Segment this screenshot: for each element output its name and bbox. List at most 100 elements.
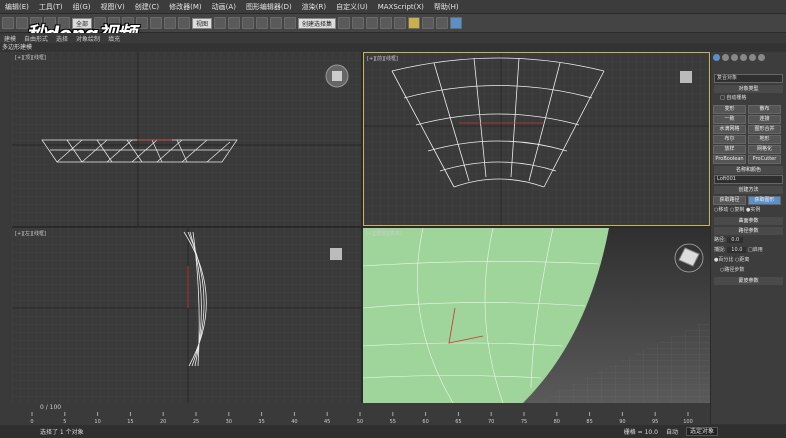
window-crossing-icon[interactable] xyxy=(136,17,149,29)
object-type-button[interactable]: 水滴网格 xyxy=(713,125,746,134)
undo-icon[interactable] xyxy=(2,17,14,29)
viewport-label-top[interactable]: [+][顶][线框] xyxy=(15,54,46,61)
pivot-icon[interactable] xyxy=(214,17,227,29)
menu-item[interactable]: 渲染(R) xyxy=(297,2,331,12)
scale-icon[interactable] xyxy=(178,17,191,29)
object-type-button[interactable]: 散布 xyxy=(748,105,781,114)
move-icon[interactable] xyxy=(150,17,163,29)
autogrid-checkbox[interactable]: □ 自动栅格 xyxy=(714,94,783,103)
viewport-label-front[interactable]: [+][前][线框] xyxy=(367,55,398,62)
path-value-input[interactable]: 0.0 xyxy=(727,237,744,243)
path-steps-radio[interactable]: 路径步数 xyxy=(724,267,744,273)
material-editor-icon[interactable] xyxy=(408,17,421,29)
menu-item[interactable]: 帮助(H) xyxy=(429,2,464,12)
object-type-button[interactable]: 网格化 xyxy=(748,145,781,154)
move-radio[interactable]: 移动 xyxy=(718,207,728,213)
render-setup-icon[interactable] xyxy=(422,17,435,29)
surface-params-header[interactable]: 曲面参数 xyxy=(714,217,783,225)
utilities-tab-icon[interactable] xyxy=(758,54,765,61)
menu-item[interactable]: 视图(V) xyxy=(96,2,130,12)
align-icon[interactable] xyxy=(352,17,365,29)
auto-key-button[interactable]: 自动 xyxy=(666,427,678,436)
left-strip xyxy=(0,52,12,403)
percent-radio[interactable]: 百分比 xyxy=(718,257,733,263)
front-grid xyxy=(364,53,709,225)
panel-tabs xyxy=(711,52,786,64)
instance-radio[interactable]: 实例 xyxy=(750,207,760,213)
viewport-top[interactable]: [+][顶][线框] xyxy=(12,52,361,226)
menu-item[interactable]: 自定义(U) xyxy=(331,2,373,12)
object-type-button[interactable]: 地形 xyxy=(748,135,781,144)
named-selection-dropdown[interactable]: 创建选择集 xyxy=(298,17,337,29)
object-type-button[interactable]: ProCutter xyxy=(748,155,781,164)
perspective-render xyxy=(363,228,710,403)
motion-tab-icon[interactable] xyxy=(740,54,747,61)
get-path-button[interactable]: 获取路径 xyxy=(713,196,746,205)
viewport-front[interactable]: [+][前][线框] xyxy=(363,52,710,226)
object-type-button[interactable]: 布尔 xyxy=(713,135,746,144)
rotate-icon[interactable] xyxy=(164,17,177,29)
viewport-perspective[interactable]: [+][透视][真实] xyxy=(363,228,710,403)
ribbon-tab[interactable]: 建模 xyxy=(4,34,16,43)
render-frame-icon[interactable] xyxy=(436,17,449,29)
menu-item[interactable]: 组(G) xyxy=(68,2,96,12)
menu-item[interactable]: 编辑(E) xyxy=(0,2,34,12)
object-type-header[interactable]: 对象类型 xyxy=(714,85,783,93)
object-type-button[interactable]: 放样 xyxy=(713,145,746,154)
name-color-header[interactable]: 名称和颜色 xyxy=(714,166,783,174)
render-icon[interactable] xyxy=(450,17,463,29)
object-type-button[interactable]: 一致 xyxy=(713,115,746,124)
command-panel: 复合对象 对象类型 □ 自动栅格 变形 散布一致 连接水滴网格 图形合并布尔 地形放样网… xyxy=(710,52,786,424)
snap-value-input[interactable]: 10.0 xyxy=(727,247,747,253)
menu-item[interactable]: 创建(C) xyxy=(130,2,164,12)
object-type-button[interactable]: 图形合并 xyxy=(748,125,781,134)
creation-method-header[interactable]: 创建方法 xyxy=(714,186,783,194)
viewport-left[interactable]: [+][左][线框] xyxy=(12,228,361,403)
object-type-button[interactable]: ProBoolean xyxy=(713,155,746,164)
ribbon-tab[interactable]: 选择 xyxy=(56,34,68,43)
left-grid xyxy=(12,228,361,403)
spinner-snap-icon[interactable] xyxy=(284,17,297,29)
object-name-field[interactable]: Loft001 xyxy=(714,175,783,184)
create-tab-icon[interactable] xyxy=(713,54,720,61)
ribbon-tab[interactable]: 填充 xyxy=(108,34,120,43)
hierarchy-tab-icon[interactable] xyxy=(731,54,738,61)
mirror-icon[interactable] xyxy=(338,17,351,29)
autogrid-label: 自动栅格 xyxy=(726,95,747,101)
object-type-button[interactable]: 连接 xyxy=(748,115,781,124)
ribbon-tab[interactable]: 自由形式 xyxy=(24,34,48,43)
menu-item[interactable]: 修改器(M) xyxy=(164,2,207,12)
path-params-header[interactable]: 路径参数 xyxy=(714,227,783,235)
time-slider[interactable]: 0 / 100 xyxy=(0,403,710,412)
schematic-icon[interactable] xyxy=(394,17,407,29)
manipulate-icon[interactable] xyxy=(228,17,241,29)
menu-item[interactable]: 工具(T) xyxy=(34,2,68,12)
get-shape-button[interactable]: 获取图形 xyxy=(748,196,781,205)
viewport-label-left[interactable]: [+][左][线框] xyxy=(15,230,46,237)
reference-coord-dropdown[interactable]: 视图 xyxy=(192,17,213,29)
viewport-label-perspective[interactable]: [+][透视][真实] xyxy=(366,230,402,237)
percent-snap-icon[interactable] xyxy=(270,17,283,29)
menu-item[interactable]: 动画(A) xyxy=(207,2,241,12)
skin-params-header[interactable]: 蒙皮参数 xyxy=(714,277,783,285)
category-dropdown[interactable]: 复合对象 xyxy=(714,74,783,83)
modify-tab-icon[interactable] xyxy=(722,54,729,61)
object-type-button[interactable]: 变形 xyxy=(713,105,746,114)
curve-editor-icon[interactable] xyxy=(380,17,393,29)
selection-dropdown[interactable]: 选定对象 xyxy=(685,427,718,436)
menu-item[interactable]: 图形编辑器(D) xyxy=(241,2,297,12)
path-row: 路径: 0.0 xyxy=(714,236,783,245)
snap-icon[interactable] xyxy=(242,17,255,29)
ribbon-tab[interactable]: 对象绘制 xyxy=(76,34,100,43)
top-grid xyxy=(12,52,361,226)
copy-radio[interactable]: 复制 xyxy=(734,207,744,213)
distance-radio[interactable]: 距离 xyxy=(739,257,749,263)
enable-checkbox[interactable]: 启用 xyxy=(753,247,763,253)
ribbon: 建模 自由形式 选择 对象绘制 填充 xyxy=(0,33,786,43)
angle-snap-icon[interactable] xyxy=(256,17,269,29)
layer-icon[interactable] xyxy=(366,17,379,29)
display-tab-icon[interactable] xyxy=(749,54,756,61)
menu-item[interactable]: MAXScript(X) xyxy=(373,3,429,11)
modeling-label: 多边形建模 xyxy=(0,43,710,52)
track-bar[interactable]: 0 5 10 15 20 25 30 35 40 45 50 55 60 65 70 75 80 85 90 95 10… xyxy=(0,412,710,425)
